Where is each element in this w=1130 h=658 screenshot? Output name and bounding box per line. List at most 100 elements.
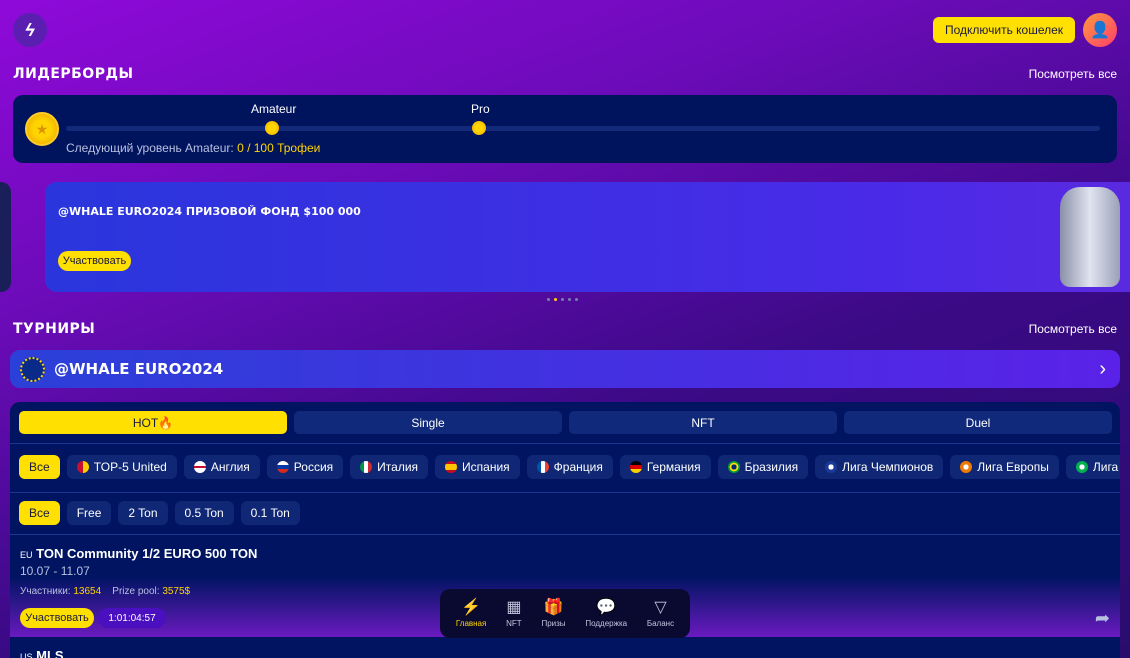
tab-nft[interactable]: NFT: [569, 411, 837, 434]
level-label-pro: Pro: [471, 102, 490, 116]
league-chip[interactable]: Лига Конференций: [1065, 455, 1120, 479]
league-chip[interactable]: Испания: [435, 455, 520, 479]
league-chip[interactable]: Франция: [526, 455, 613, 479]
divider: [10, 492, 1120, 493]
flag-icon: [536, 461, 549, 473]
flag-icon: [360, 461, 373, 473]
flag-icon: [825, 461, 838, 473]
level-label-amateur: Amateur: [251, 102, 297, 116]
flag-icon: [193, 461, 206, 473]
app-logo[interactable]: ϟ: [13, 13, 47, 47]
countdown-timer: 1:01:04:57: [98, 608, 166, 628]
home-icon: ⚡: [461, 599, 482, 616]
stake-filter: Все Free 2 Ton 0.5 Ton 0.1 Ton: [19, 501, 300, 525]
stake-chip[interactable]: 0.1 Ton: [240, 501, 300, 525]
flag-icon: [960, 461, 973, 473]
flag-icon: [1075, 461, 1088, 473]
stake-chip[interactable]: Free: [66, 501, 112, 525]
league-label: Лига Чемпионов: [842, 460, 934, 474]
next-level-text: Следующий уровень Amateur: 0 / 100 Трофе…: [66, 141, 321, 155]
league-chip[interactable]: TOP-5 United: [66, 455, 177, 479]
league-label: Лига Конференций: [1092, 460, 1120, 474]
league-chip[interactable]: Все: [19, 455, 60, 479]
league-label: TOP-5 United: [93, 460, 167, 474]
league-filter: Все TOP-5 United Англия Россия Италия Испания…: [19, 455, 1120, 479]
league-label: Россия: [293, 460, 334, 474]
support-icon: 💬: [596, 599, 617, 616]
connect-wallet-button[interactable]: Подключить кошелек: [933, 17, 1075, 43]
nav-label: Поддержка: [585, 619, 628, 628]
nav-label: Главная: [455, 619, 487, 628]
nav-label: NFT: [506, 619, 522, 628]
nav-item-nft[interactable]: ▦ NFT: [506, 599, 522, 628]
level-progress-track: [66, 126, 1100, 131]
nav-label: Баланс: [646, 619, 675, 628]
featured-tournament-title: @WHALE EURO2024: [54, 360, 224, 378]
nav-item-home[interactable]: ⚡ Главная: [456, 599, 486, 628]
coin-icon: ★: [25, 112, 59, 146]
flag-icon: [727, 461, 740, 473]
tournament-name[interactable]: US MLS: [20, 648, 64, 658]
league-label: Все: [29, 460, 50, 474]
nft-icon: ▦: [506, 599, 522, 616]
nav-item-support[interactable]: 💬 Поддержка: [585, 599, 627, 628]
chevron-right-icon[interactable]: ›: [1099, 358, 1106, 381]
league-chip[interactable]: Лига Чемпионов: [815, 455, 944, 479]
divider: [10, 443, 1120, 444]
featured-tournament-banner[interactable]: @WHALE EURO2024 ›: [10, 350, 1120, 388]
league-chip[interactable]: Италия: [350, 455, 429, 479]
bottom-navigation: ⚡ Главная ▦ NFT 🎁 Призы 💬 Поддержка ▽ Баланс: [440, 589, 690, 638]
leaderboards-see-all-link[interactable]: Посмотреть все: [1029, 67, 1117, 81]
share-icon[interactable]: ➦: [1095, 608, 1110, 629]
leaderboard-card[interactable]: ★ Amateur Pro Следующий уровень Amateur:…: [13, 95, 1117, 163]
nav-item-prizes[interactable]: 🎁 Призы: [541, 599, 565, 628]
level-marker-pro: [472, 121, 486, 135]
flag-icon: [445, 461, 458, 473]
league-chip[interactable]: Бразилия: [717, 455, 809, 479]
league-label: Бразилия: [744, 460, 799, 474]
trophy-progress: 0 / 100 Трофеи: [237, 141, 321, 155]
stake-chip[interactable]: 2 Ton: [118, 501, 168, 525]
banner-title: @WHALE EURO2024 ПРИЗОВОЙ ФОНД $100 000: [58, 205, 361, 218]
tournaments-see-all-link[interactable]: Посмотреть все: [1029, 322, 1117, 336]
carousel-dots[interactable]: [547, 298, 578, 301]
stake-chip[interactable]: Все: [19, 501, 60, 525]
add-user-icon[interactable]: 👤: [1083, 13, 1117, 47]
league-label: Лига Европы: [977, 460, 1049, 474]
nav-label: Призы: [541, 619, 566, 628]
level-marker-amateur: [265, 121, 279, 135]
leaderboards-title: ЛИДЕРБОРДЫ: [13, 66, 134, 82]
previous-banner-slide[interactable]: [0, 182, 11, 292]
promo-banner[interactable]: @WHALE EURO2024 ПРИЗОВОЙ ФОНД $100 000 У…: [45, 182, 1130, 292]
tournament-info: Участники: 13654 Prize pool: 3575$: [20, 586, 191, 597]
tournament-name[interactable]: EU TON Community 1/2 EURO 500 TON: [20, 546, 257, 561]
tournament-type-tabs: HOT🔥 Single NFT Duel: [19, 411, 1112, 434]
tournament-dates: 10.07 - 11.07: [20, 564, 90, 578]
flag-icon: [629, 461, 642, 473]
tab-hot[interactable]: HOT🔥: [19, 411, 287, 434]
prizes-icon: 🎁: [543, 599, 564, 616]
league-chip[interactable]: Лига Европы: [950, 455, 1059, 479]
league-label: Италия: [377, 460, 419, 474]
tournament-participate-button[interactable]: Участвовать: [20, 608, 94, 628]
nav-item-balance[interactable]: ▽ Баланс: [647, 599, 674, 628]
flag-icon: [276, 461, 289, 473]
trophy-image: [1060, 187, 1120, 287]
league-label: Англия: [210, 460, 250, 474]
stake-chip[interactable]: 0.5 Ton: [174, 501, 234, 525]
league-label: Франция: [553, 460, 603, 474]
tab-single[interactable]: Single: [294, 411, 562, 434]
league-chip[interactable]: Англия: [183, 455, 260, 479]
league-label: Испания: [462, 460, 510, 474]
tab-duel[interactable]: Duel: [844, 411, 1112, 434]
tournaments-title: ТУРНИРЫ: [13, 321, 96, 337]
divider: [10, 534, 1120, 535]
balance-icon: ▽: [654, 599, 667, 616]
banner-participate-button[interactable]: Участвовать: [58, 251, 131, 271]
tournament-row[interactable]: [10, 637, 1120, 658]
eu-flag-icon: [20, 356, 45, 382]
league-label: Германия: [646, 460, 701, 474]
league-chip[interactable]: Россия: [266, 455, 344, 479]
league-chip[interactable]: Германия: [619, 455, 711, 479]
flag-icon: [76, 461, 89, 473]
